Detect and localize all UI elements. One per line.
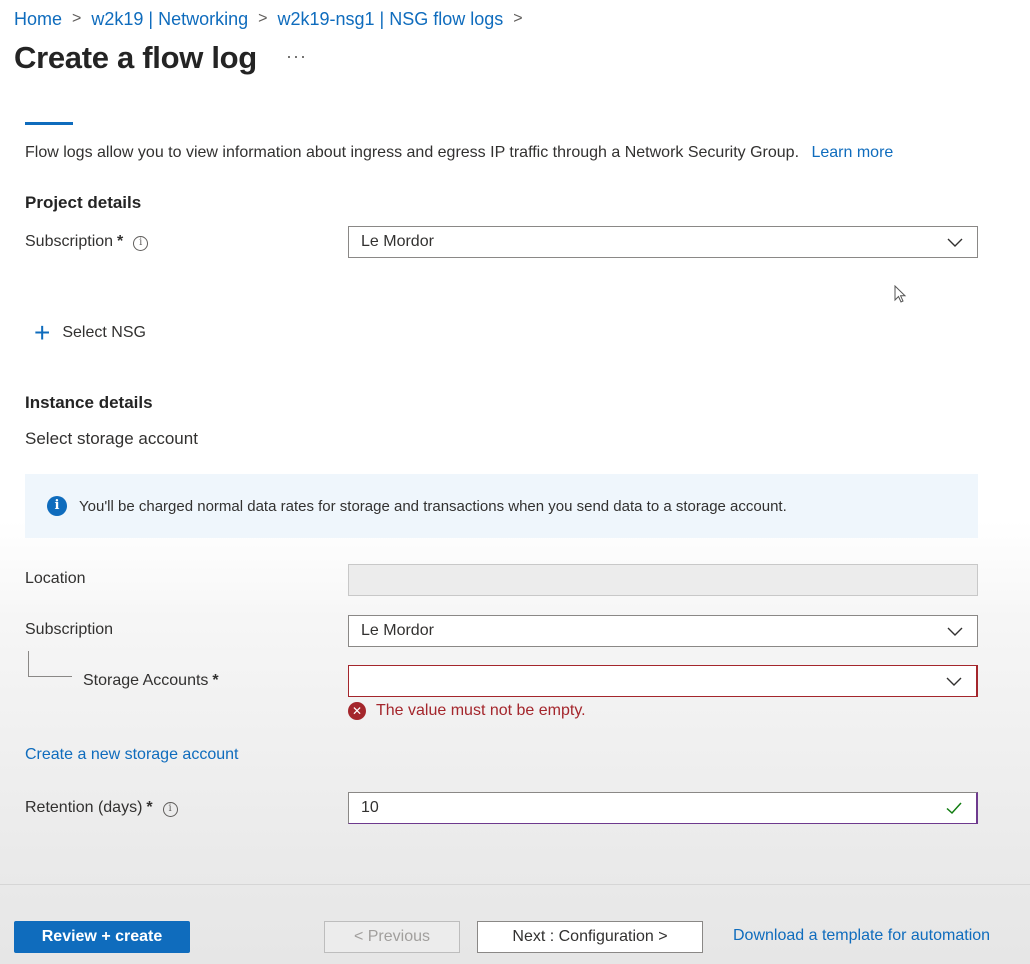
required-mark: * [117, 233, 124, 250]
review-create-button[interactable]: Review + create [14, 921, 190, 953]
info-banner-text: You'll be charged normal data rates for … [79, 497, 787, 515]
storage-subscription-label: Subscription [25, 621, 114, 638]
chevron-right-icon: > [72, 10, 82, 27]
mouse-pointer-icon [894, 285, 907, 303]
error-circle-icon: ✕ [348, 702, 366, 720]
intro-description: Flow logs allow you to view information … [25, 144, 800, 161]
info-icon: i [47, 496, 67, 516]
instance-details-heading: Instance details [25, 393, 153, 412]
subscription-label-text: Subscription [25, 233, 114, 250]
more-options-icon[interactable]: ··· [286, 46, 307, 67]
tree-connector [28, 651, 72, 677]
location-field [348, 564, 978, 596]
footer-divider [0, 884, 1030, 885]
select-storage-subheading: Select storage account [25, 429, 198, 448]
location-label: Location [25, 570, 86, 587]
plus-icon: + [34, 317, 51, 348]
active-tab-indicator [25, 122, 73, 125]
download-template-link[interactable]: Download a template for automation [733, 927, 990, 945]
storage-subscription-value: Le Mordor [361, 622, 434, 639]
breadcrumb-nsg-flow-logs[interactable]: w2k19-nsg1 | NSG flow logs [277, 9, 503, 30]
select-nsg-button[interactable]: + Select NSG [34, 317, 146, 348]
retention-label-text: Retention (days) [25, 799, 143, 816]
page-title: Create a flow log [14, 40, 257, 75]
required-mark: * [212, 672, 219, 689]
select-nsg-label: Select NSG [62, 324, 146, 341]
retention-label: Retention (days) * i [25, 799, 178, 817]
create-storage-account-link[interactable]: Create a new storage account [25, 746, 238, 764]
retention-input[interactable]: 10 [348, 792, 978, 824]
storage-subscription-dropdown[interactable]: Le Mordor [348, 615, 978, 647]
error-text: The value must not be empty. [376, 702, 586, 719]
project-details-heading: Project details [25, 193, 142, 212]
subscription-label: Subscription * i [25, 233, 149, 251]
checkmark-icon [946, 802, 962, 815]
learn-more-link[interactable]: Learn more [811, 144, 893, 161]
info-banner: i You'll be charged normal data rates fo… [25, 474, 978, 538]
required-mark: * [146, 799, 153, 816]
info-icon[interactable]: i [162, 802, 178, 817]
retention-value: 10 [361, 799, 379, 816]
breadcrumb-networking[interactable]: w2k19 | Networking [91, 9, 248, 30]
storage-accounts-label-text: Storage Accounts [83, 672, 209, 689]
validation-error: ✕ The value must not be empty. [348, 702, 586, 720]
breadcrumb-home[interactable]: Home [14, 9, 62, 30]
info-icon[interactable]: i [133, 236, 149, 251]
next-configuration-button[interactable]: Next : Configuration > [477, 921, 703, 953]
subscription-dropdown[interactable]: Le Mordor [348, 226, 978, 258]
intro-text: Flow logs allow you to view information … [25, 144, 893, 162]
breadcrumb: Home > w2k19 | Networking > w2k19-nsg1 |… [14, 6, 533, 32]
chevron-down-icon [946, 677, 962, 686]
previous-button[interactable]: < Previous [324, 921, 460, 953]
chevron-down-icon [947, 238, 963, 247]
storage-accounts-dropdown[interactable] [348, 665, 978, 697]
chevron-right-icon: > [513, 10, 523, 27]
subscription-value: Le Mordor [361, 233, 434, 250]
storage-accounts-label: Storage Accounts * [83, 672, 219, 690]
chevron-right-icon: > [258, 10, 268, 27]
chevron-down-icon [947, 627, 963, 636]
